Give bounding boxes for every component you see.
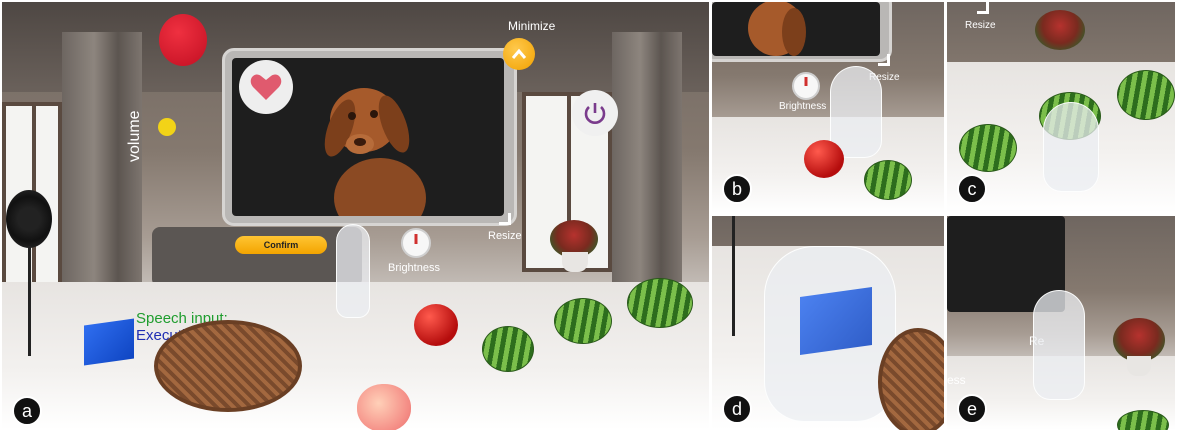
brightness-dial[interactable] xyxy=(401,228,431,258)
blue-cube[interactable] xyxy=(800,286,872,356)
resize-label: Resize xyxy=(965,20,996,31)
volume-label: volume xyxy=(126,110,143,162)
video-screen[interactable] xyxy=(712,2,880,56)
vase xyxy=(1127,356,1151,376)
volume-slider-knob[interactable] xyxy=(158,118,176,136)
apple[interactable] xyxy=(804,140,844,178)
watermelon[interactable] xyxy=(554,298,612,344)
chevron-up-icon xyxy=(511,48,527,59)
watermelon[interactable] xyxy=(959,124,1017,172)
panel-b: Resize Brightness b xyxy=(712,2,944,213)
blue-cube[interactable] xyxy=(84,318,134,366)
curtain-left xyxy=(62,32,142,312)
watermelon[interactable] xyxy=(627,278,693,328)
panel-badge: d xyxy=(722,394,752,424)
brightness-label: Brightness xyxy=(388,262,440,274)
virtual-hand xyxy=(830,66,882,158)
floor-lamp xyxy=(6,190,52,248)
panel-badge: a xyxy=(12,396,42,426)
virtual-hand xyxy=(1043,102,1099,192)
panel-e: Re ess e xyxy=(947,216,1175,430)
confirm-button[interactable]: Confirm xyxy=(235,236,327,254)
curtain-right xyxy=(612,32,682,302)
lamp-stand xyxy=(28,246,31,356)
resize-handle[interactable] xyxy=(977,2,989,14)
heart-icon xyxy=(250,74,282,100)
panel-d: d xyxy=(712,216,944,430)
minimize-label: Minimize xyxy=(508,19,556,33)
watermelon[interactable] xyxy=(482,326,534,372)
power-icon xyxy=(584,103,606,124)
resize-label: Resize xyxy=(488,230,522,242)
brightness-dial[interactable] xyxy=(792,72,820,100)
resize-handle[interactable] xyxy=(878,54,890,66)
minimize-button[interactable] xyxy=(503,38,535,70)
virtual-hand xyxy=(336,224,370,318)
flower-arrangement xyxy=(1035,10,1085,50)
panel-badge: e xyxy=(957,394,987,424)
apple[interactable] xyxy=(414,304,458,346)
like-button[interactable] xyxy=(239,60,293,114)
peach[interactable] xyxy=(357,384,411,430)
virtual-hand xyxy=(1033,290,1085,400)
basket[interactable] xyxy=(154,320,302,412)
panel-badge: b xyxy=(722,174,752,204)
lamp-stand xyxy=(732,216,735,336)
resize-handle[interactable] xyxy=(499,213,511,225)
power-button[interactable] xyxy=(572,90,618,136)
watermelon[interactable] xyxy=(864,160,912,200)
panel-badge: c xyxy=(957,174,987,204)
panel-c: Resize c xyxy=(947,2,1175,213)
watermelon[interactable] xyxy=(1117,70,1175,120)
red-balloon[interactable] xyxy=(159,14,207,66)
panel-a: volume Minimize Resize Confirm Brightnes… xyxy=(2,2,709,430)
brightness-label-partial: ess xyxy=(947,373,966,387)
brightness-label: Brightness xyxy=(779,101,827,112)
vase xyxy=(562,252,588,272)
dog-image xyxy=(748,2,806,56)
